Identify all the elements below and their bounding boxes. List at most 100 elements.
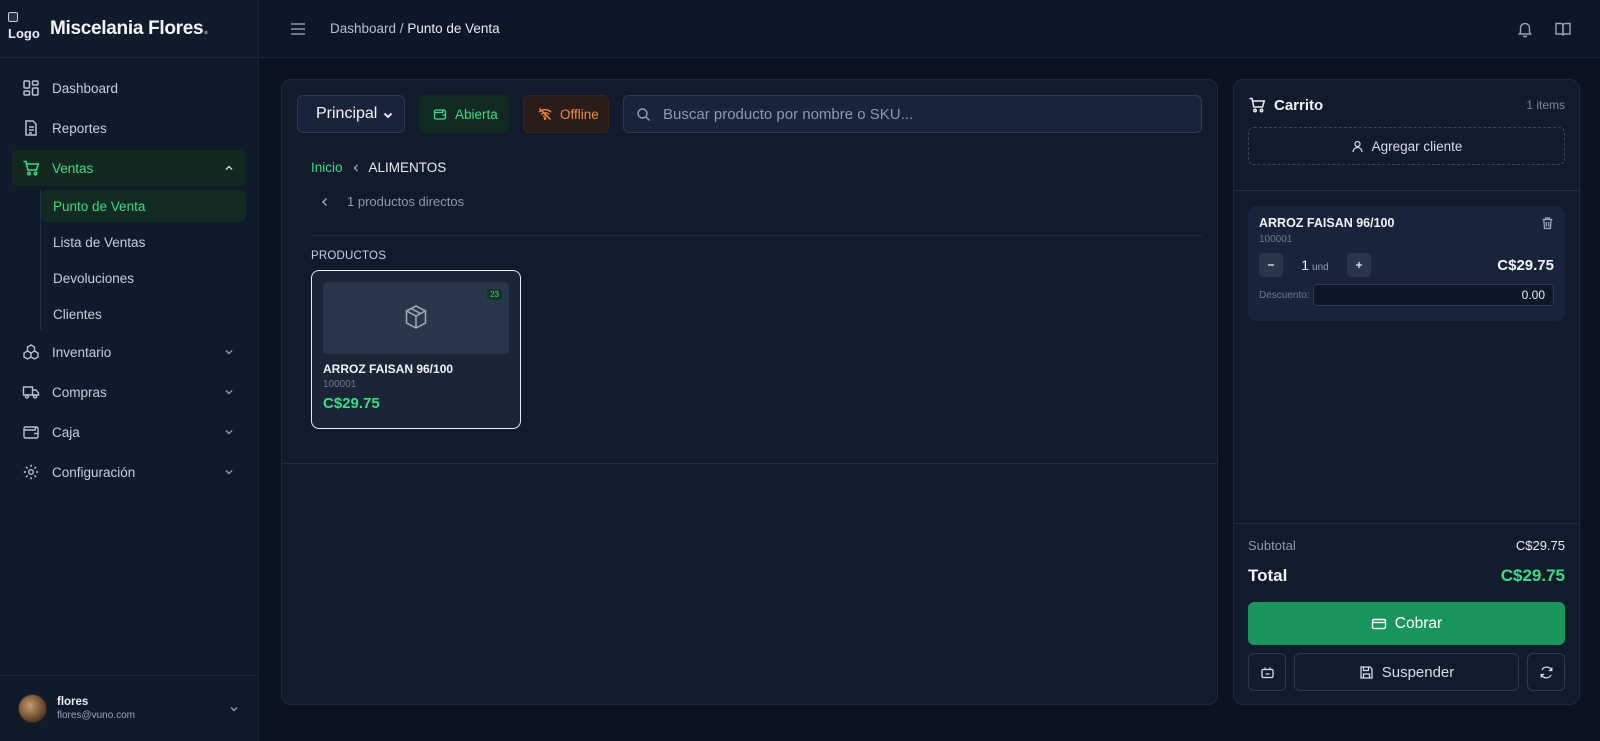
sidebar: Logo Miscelania Flores. Dashboard Report… <box>0 0 259 741</box>
dashboard-grid-icon <box>22 79 40 97</box>
user-email: flores@vuno.com <box>57 710 135 721</box>
user-name: flores <box>57 696 89 708</box>
product-search[interactable] <box>623 95 1202 133</box>
chevron-down-icon <box>222 425 236 439</box>
quantity-unit: und <box>1312 262 1329 273</box>
pos-products-panel: Principal Abierta Offline Inicio <box>281 79 1218 705</box>
sidebar-item-label: Reportes <box>52 120 107 136</box>
menu-toggle-icon[interactable] <box>288 19 308 39</box>
sidebar-item-label: Ventas <box>52 160 94 176</box>
sidebar-item-label: Configuración <box>52 464 136 480</box>
credit-card-icon <box>1371 616 1387 632</box>
chevron-up-icon <box>222 161 236 175</box>
shopping-cart-icon <box>1248 96 1266 114</box>
shopping-cart-icon <box>22 159 40 177</box>
category-breadcrumb: Inicio ALIMENTOS <box>311 160 446 175</box>
subtotal-value: C$29.75 <box>1515 538 1565 553</box>
wifi-off-icon <box>538 107 552 121</box>
topbar-actions <box>1516 20 1572 38</box>
product-price: C$29.75 <box>323 395 380 412</box>
sidebar-item-ventas[interactable]: Ventas <box>12 150 246 186</box>
sidebar-subitem-lista-de-ventas[interactable]: Lista de Ventas <box>41 226 246 258</box>
sidebar-subitem-punto-de-venta[interactable]: Punto de Venta <box>41 190 246 222</box>
register-status-badge[interactable]: Abierta <box>419 95 509 133</box>
brand: Logo Miscelania Flores. <box>0 0 258 58</box>
ventas-submenu: Punto de Venta Lista de Ventas Devolucio… <box>40 190 258 330</box>
search-input[interactable] <box>663 105 1189 123</box>
user-info: flores flores@vuno.com <box>57 696 227 721</box>
discount-row: Descuento: <box>1259 284 1554 306</box>
cart-title: Carrito <box>1274 96 1324 114</box>
chevron-down-icon <box>222 385 236 399</box>
save-icon <box>1359 665 1374 680</box>
decrease-quantity-button[interactable] <box>1259 253 1283 277</box>
sidebar-item-label: Inventario <box>52 344 112 360</box>
cart-panel: Carrito 1 items Agregar cliente ARROZ FA… <box>1233 79 1580 705</box>
trash-icon[interactable] <box>1541 216 1554 230</box>
cash-drawer-icon <box>1260 665 1275 680</box>
sidebar-item-label: Compras <box>52 384 107 400</box>
app-name[interactable]: Miscelania Flores. <box>50 17 209 40</box>
chevron-down-icon <box>222 465 236 479</box>
search-icon <box>636 107 651 122</box>
breadcrumb-separator: / <box>396 21 408 36</box>
register-status-label: Abierta <box>455 106 498 122</box>
product-sku: 100001 <box>323 379 357 390</box>
sidebar-subitem-clientes[interactable]: Clientes <box>41 298 246 330</box>
sidebar-item-label: Caja <box>52 424 80 440</box>
breadcrumb-dashboard-link[interactable]: Dashboard <box>330 21 396 36</box>
cash-register-icon <box>433 107 447 121</box>
logo-image: Logo <box>8 11 40 46</box>
logo-alt-text: Logo <box>8 25 40 41</box>
cart-header: Carrito 1 items <box>1248 96 1565 114</box>
chevron-down-icon <box>222 345 236 359</box>
warehouse-select[interactable]: Principal <box>297 95 405 133</box>
sidebar-item-caja[interactable]: Caja <box>12 414 246 450</box>
plus-icon <box>1356 262 1362 268</box>
sidebar-subitem-devoluciones[interactable]: Devoluciones <box>41 262 246 294</box>
connection-status-badge[interactable]: Offline <box>523 95 609 133</box>
divider <box>282 463 1217 464</box>
refresh-button[interactable] <box>1527 653 1565 691</box>
chevron-left-icon <box>351 163 361 173</box>
total-value: C$29.75 <box>1500 566 1565 585</box>
discount-label: Descuento: <box>1259 289 1310 301</box>
charge-button[interactable]: Cobrar <box>1248 602 1565 645</box>
stock-badge: 23 <box>487 289 502 300</box>
wallet-icon <box>22 423 40 441</box>
cart-line-price: C$29.75 <box>1497 256 1554 274</box>
add-client-button[interactable]: Agregar cliente <box>1248 127 1565 165</box>
sidebar-item-dashboard[interactable]: Dashboard <box>12 70 246 106</box>
sidebar-item-inventario[interactable]: Inventario <box>12 334 246 370</box>
pos-toolbar: Principal Abierta Offline <box>297 95 1202 133</box>
user-menu[interactable]: flores flores@vuno.com <box>0 675 259 741</box>
product-card[interactable]: 23 ARROZ FAISAN 96/100 100001 C$29.75 <box>311 270 521 429</box>
cart-item-count: 1 items <box>1526 98 1565 112</box>
sidebar-item-compras[interactable]: Compras <box>12 374 246 410</box>
user-icon <box>1351 140 1364 153</box>
back-chevron-icon[interactable] <box>319 196 331 208</box>
cart-line-item: ARROZ FAISAN 96/100 100001 1 und C$29.75 … <box>1248 206 1565 321</box>
sidebar-item-label: Dashboard <box>52 80 119 96</box>
quantity-value[interactable]: 1 und <box>1283 257 1347 273</box>
avatar <box>18 694 47 723</box>
topbar: Dashboard / Punto de Venta <box>260 0 1600 58</box>
app-name-text: Miscelania Flores <box>50 17 204 39</box>
book-open-icon[interactable] <box>1554 20 1572 38</box>
truck-icon <box>22 383 40 401</box>
sidebar-item-reportes[interactable]: Reportes <box>12 110 246 146</box>
category-breadcrumb-home[interactable]: Inicio <box>311 160 343 175</box>
quantity-number: 1 <box>1301 257 1310 273</box>
suspend-button[interactable]: Suspender <box>1294 653 1519 691</box>
increase-quantity-button[interactable] <box>1347 253 1371 277</box>
direct-products-count: 1 productos directos <box>347 194 465 209</box>
total-row: Total C$29.75 <box>1248 566 1565 586</box>
divider <box>1234 190 1579 191</box>
gear-icon <box>22 463 40 481</box>
bell-icon[interactable] <box>1516 20 1534 38</box>
cash-drawer-button[interactable] <box>1248 653 1286 691</box>
breadcrumb: Dashboard / Punto de Venta <box>330 21 500 36</box>
discount-input[interactable] <box>1312 284 1554 306</box>
product-name: ARROZ FAISAN 96/100 <box>323 362 454 376</box>
sidebar-item-configuracion[interactable]: Configuración <box>12 454 246 490</box>
